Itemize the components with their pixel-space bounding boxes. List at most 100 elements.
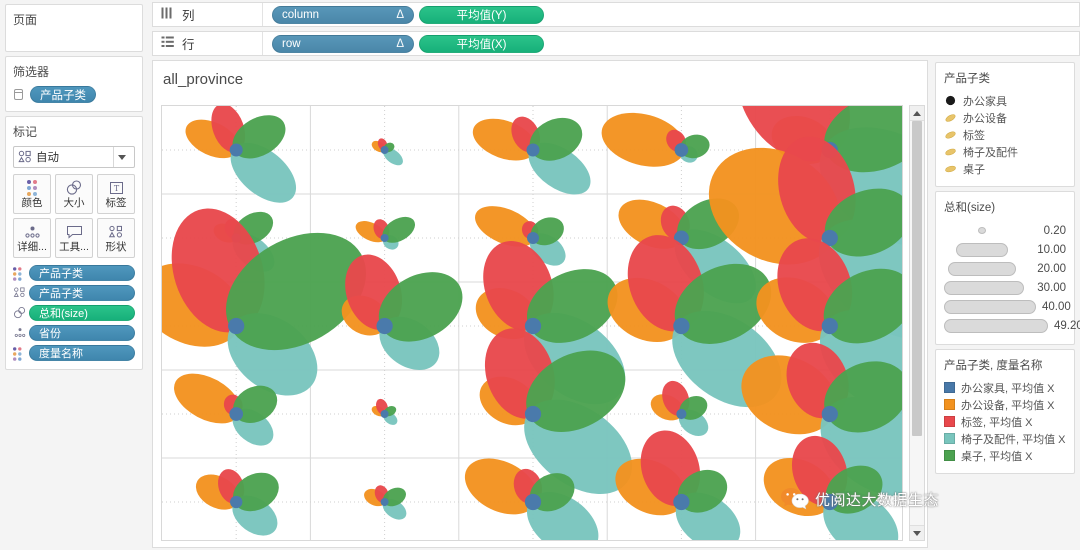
size-legend-item[interactable]: 30.00 [944, 278, 1066, 297]
petal-mark[interactable] [370, 137, 406, 169]
size-legend-item[interactable]: 10.00 [944, 240, 1066, 259]
marks-pill-shape-subcategory[interactable]: 产品子类 [13, 285, 135, 301]
viz-vertical-scrollbar[interactable] [909, 105, 925, 541]
color-palette-icon [13, 346, 25, 361]
rows-shelf-label-group: 行 [153, 32, 263, 55]
petal-mark[interactable] [361, 483, 410, 524]
marks-card: 标记 自动 颜色 大小 T 标签 详细... 工具... 形状 产品子类 产品子… [5, 116, 143, 370]
petal-mark[interactable] [352, 212, 419, 253]
color-legend-item[interactable]: 办公设备, 平均值 X [944, 396, 1066, 413]
shape-icon [108, 224, 125, 240]
filter-pill-product-subcategory[interactable]: 产品子类 [30, 86, 96, 103]
mark-center-dot [676, 408, 687, 420]
size-icon [66, 180, 83, 196]
marks-detail-button[interactable]: 详细... [13, 218, 51, 258]
color-legend-item[interactable]: 办公家具, 平均值 X [944, 379, 1066, 396]
color-legend-item-label: 办公家具, 平均值 X [961, 382, 1055, 395]
marks-color-button[interactable]: 颜色 [13, 174, 51, 214]
size-icon [13, 306, 26, 320]
tooltip-icon [66, 224, 83, 240]
shape-legend-item[interactable]: 办公家具 [944, 92, 1066, 109]
color-legend-item[interactable]: 标签, 平均值 X [944, 413, 1066, 430]
scrollbar-thumb[interactable] [912, 121, 922, 437]
rows-icon [161, 36, 175, 51]
rows-pill-avg-x[interactable]: 平均值(X) [419, 34, 544, 53]
columns-pill-column[interactable]: column Δ [272, 5, 414, 24]
plot-area-wrapper [161, 105, 903, 541]
columns-pill-avg-y[interactable]: 平均值(Y) [419, 5, 544, 24]
scrollbar-track[interactable] [910, 121, 924, 525]
columns-shelf-label: 列 [182, 9, 195, 23]
label-icon: T [109, 180, 124, 196]
size-legend-item[interactable]: 40.00 [944, 297, 1071, 316]
filter-card-icon [13, 88, 25, 102]
pill-label[interactable]: 度量名称 [29, 345, 135, 361]
size-legend-title: 总和(size) [944, 202, 996, 214]
shape-legend-item[interactable]: 标签 [944, 126, 1066, 143]
pill-label[interactable]: 省份 [29, 325, 135, 341]
marks-pill-color-subcategory[interactable]: 产品子类 [13, 265, 135, 281]
size-legend-item[interactable]: 49.20 [944, 316, 1080, 335]
color-legend-item[interactable]: 桌子, 平均值 X [944, 447, 1066, 464]
size-legend-value: 30.00 [1037, 281, 1066, 294]
marks-shape-button[interactable]: 形状 [97, 218, 135, 258]
pages-card: 页面 [5, 4, 143, 52]
filters-card: 筛选器 产品子类 [5, 56, 143, 112]
shape-legend-item[interactable]: 办公设备 [944, 109, 1066, 126]
shape-icon [13, 286, 25, 300]
rows-pill-row[interactable]: row Δ [272, 34, 414, 53]
mark-type-dropdown-arrow[interactable] [113, 147, 130, 167]
color-palette-icon [13, 266, 25, 281]
scroll-down-arrow[interactable] [910, 525, 924, 540]
marks-pill-size-sum[interactable]: 总和(size) [13, 305, 135, 321]
size-swatch-shape [944, 299, 1036, 314]
size-legend-value: 10.00 [1037, 243, 1066, 256]
filled-circle-icon [944, 95, 957, 106]
mark-center-dot [674, 143, 689, 157]
color-legend-title: 产品子类, 度量名称 [944, 360, 1043, 372]
rows-shelf[interactable]: 行 row Δ 平均值(X) [152, 31, 1080, 56]
marks-label-button[interactable]: T 标签 [97, 174, 135, 214]
shape-legend-item[interactable]: 椅子及配件 [944, 143, 1066, 160]
rows-pill-row-delta: Δ [396, 37, 404, 50]
marks-tooltip-button[interactable]: 工具... [55, 218, 93, 258]
petal-mark[interactable] [179, 106, 307, 214]
marks-pill-color-measure-names[interactable]: 度量名称 [13, 345, 135, 361]
mark-type-selector[interactable]: 自动 [13, 146, 135, 168]
pages-card-title: 页面 [13, 13, 38, 27]
color-legend-rows: 办公家具, 平均值 X 办公设备, 平均值 X 标签, 平均值 X 椅子及配件, 平均… [944, 379, 1066, 464]
marks-size-label: 大小 [63, 196, 85, 209]
marks-card-title: 标记 [13, 125, 38, 139]
marks-pill-detail-province[interactable]: 省份 [13, 325, 135, 341]
petal-mark[interactable] [190, 465, 286, 541]
size-legend-item[interactable]: 20.00 [944, 259, 1066, 278]
color-legend-item-label: 桌子, 平均值 X [961, 450, 1033, 463]
columns-shelf[interactable]: 列 column Δ 平均值(Y) [152, 2, 1080, 27]
mark-center-dot [524, 405, 542, 423]
size-legend-swatch [944, 227, 1020, 234]
color-legend-item-label: 椅子及配件, 平均值 X [961, 433, 1066, 446]
scroll-up-arrow[interactable] [910, 106, 924, 121]
petal-mark[interactable] [596, 106, 713, 175]
pill-label[interactable]: 总和(size) [29, 305, 135, 321]
pill-label[interactable]: 产品子类 [29, 265, 135, 281]
svg-text:T: T [113, 184, 119, 193]
filter-item[interactable]: 产品子类 [13, 86, 135, 103]
petal-shape-icon [944, 129, 957, 141]
petal-mark[interactable] [335, 247, 475, 381]
petal-shape-icon [944, 112, 957, 124]
rows-shelf-label: 行 [182, 38, 195, 52]
filters-card-title: 筛选器 [13, 65, 50, 79]
petal-chart[interactable] [161, 105, 903, 541]
mark-center-dot [527, 232, 539, 244]
shape-legend-item[interactable]: 桌子 [944, 160, 1066, 177]
petal-mark[interactable] [606, 423, 751, 541]
marks-size-button[interactable]: 大小 [55, 174, 93, 214]
color-legend-item[interactable]: 椅子及配件, 平均值 X [944, 430, 1066, 447]
size-legend-item[interactable]: 0.20 [944, 221, 1066, 240]
pill-label[interactable]: 产品子类 [29, 285, 135, 301]
mark-center-dot [229, 143, 243, 157]
size-legend-value: 49.20 [1054, 319, 1080, 332]
size-swatch-shape [944, 280, 1024, 295]
shape-legend: 产品子类 办公家具 办公设备 标签 椅子及配件 桌子 [935, 62, 1075, 187]
